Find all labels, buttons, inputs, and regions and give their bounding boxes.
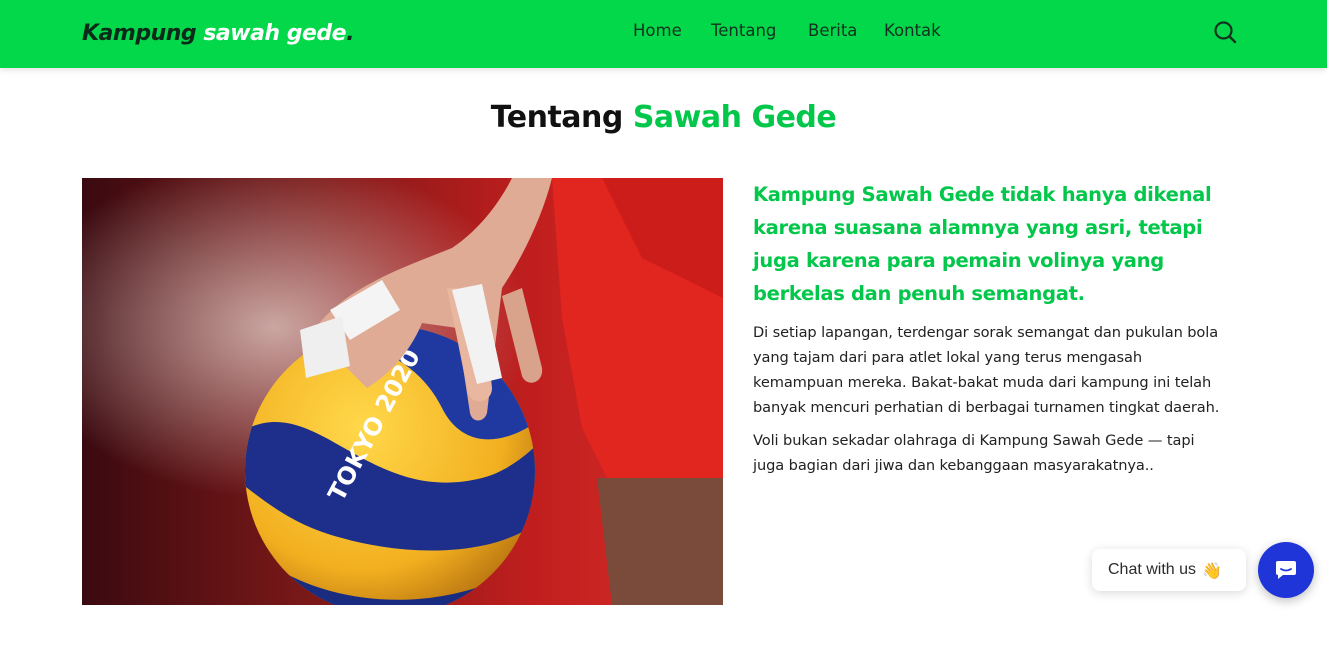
about-content: Kampung Sawah Gede tidak hanya dikenal k… (753, 178, 1223, 478)
chat-prompt[interactable]: Chat with us 👋 (1092, 549, 1246, 591)
logo-part-1: Kampung (82, 21, 197, 46)
search-button[interactable] (1211, 18, 1239, 46)
search-icon (1214, 21, 1237, 44)
nav-home[interactable]: Home (633, 19, 682, 43)
site-logo[interactable]: Kampung sawah gede. (82, 17, 354, 51)
nav-kontak[interactable]: Kontak (884, 19, 941, 43)
about-paragraph-1: Di setiap lapangan, terdengar sorak sema… (753, 324, 1220, 416)
waving-hand-icon: 👋 (1202, 560, 1222, 580)
section-title-part-1: Tentang (490, 100, 624, 135)
section-title: Tentang Sawah Gede (0, 97, 1327, 139)
site-header: Kampung sawah gede. Home Tentang Berita … (0, 0, 1327, 68)
chat-launcher-button[interactable] (1258, 542, 1314, 598)
volleyball-illustration: TOKYO 2020 (82, 178, 723, 605)
section-title-part-2: Sawah Gede (632, 100, 837, 135)
logo-dot: . (346, 21, 354, 46)
chat-icon (1276, 561, 1296, 579)
chat-prompt-label: Chat with us (1108, 561, 1197, 578)
nav-tentang[interactable]: Tentang (711, 19, 776, 43)
nav-berita[interactable]: Berita (808, 19, 857, 43)
logo-part-2: sawah gede (203, 21, 347, 46)
about-lead: Kampung Sawah Gede tidak hanya dikenal k… (753, 183, 1212, 305)
about-paragraph-2: Voli bukan sekadar olahraga di Kampung S… (753, 432, 1195, 474)
volleyball-photo: TOKYO 2020 (82, 178, 723, 605)
